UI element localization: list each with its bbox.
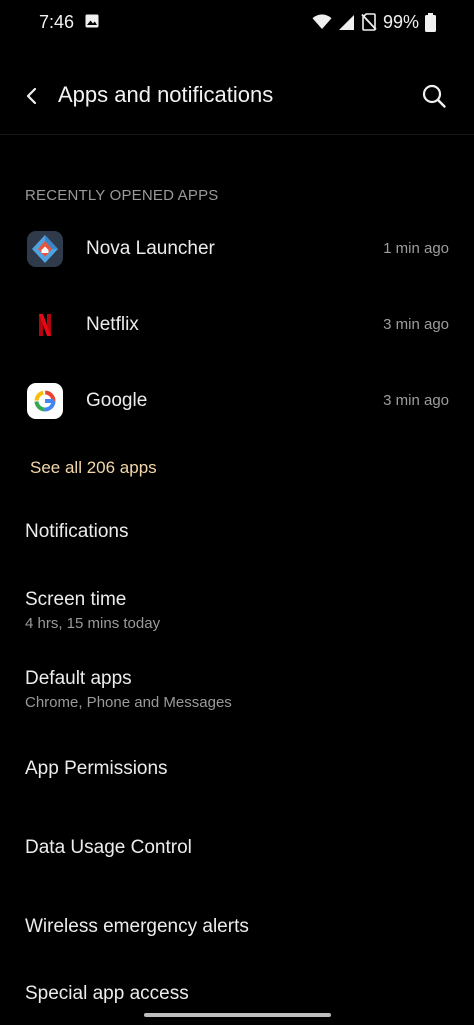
menu-item-screen-time[interactable]: Screen time 4 hrs, 15 mins today [0, 589, 474, 645]
gesture-navigation-bar[interactable] [144, 1013, 331, 1017]
app-name: Google [86, 390, 148, 411]
app-bar: Apps and notifications [0, 62, 474, 135]
cell-signal-icon [338, 14, 354, 30]
netflix-icon [39, 314, 51, 336]
menu-item-title: App Permissions [25, 758, 168, 779]
menu-item-default-apps[interactable]: Default apps Chrome, Phone and Messages [0, 668, 474, 724]
no-sim-icon [361, 13, 377, 31]
menu-item-notifications[interactable]: Notifications [0, 521, 474, 561]
menu-item-title: Screen time [25, 589, 127, 610]
recent-app-row-nova-launcher[interactable]: Nova Launcher 1 min ago [0, 216, 474, 282]
status-bar: 7:46 99% [0, 0, 474, 44]
menu-item-subtitle: Chrome, Phone and Messages [25, 694, 232, 711]
menu-item-title: Wireless emergency alerts [25, 916, 249, 937]
menu-item-title: Special app access [25, 983, 189, 1004]
menu-item-data-usage-control[interactable]: Data Usage Control [0, 837, 474, 877]
see-all-apps-link[interactable]: See all 206 apps [30, 458, 157, 478]
google-icon [27, 383, 63, 419]
app-last-opened: 3 min ago [383, 316, 449, 333]
menu-item-title: Data Usage Control [25, 837, 192, 858]
menu-item-special-app-access[interactable]: Special app access [0, 983, 474, 1013]
search-icon[interactable] [420, 82, 448, 110]
menu-item-wireless-emergency-alerts[interactable]: Wireless emergency alerts [0, 916, 474, 956]
nova-launcher-icon [27, 231, 63, 267]
app-last-opened: 3 min ago [383, 392, 449, 409]
menu-item-app-permissions[interactable]: App Permissions [0, 758, 474, 798]
battery-percent: 99% [382, 11, 419, 32]
status-time: 7:46 [39, 12, 75, 32]
wifi-icon [312, 14, 332, 29]
menu-item-subtitle: 4 hrs, 15 mins today [25, 615, 161, 632]
app-name: Netflix [86, 314, 139, 335]
recent-apps-header: RECENTLY OPENED APPS [25, 187, 219, 204]
page-title: Apps and notifications [58, 82, 274, 107]
recent-app-row-google[interactable]: Google 3 min ago [0, 368, 474, 434]
back-arrow-icon[interactable] [20, 84, 44, 108]
menu-item-title: Notifications [25, 521, 129, 542]
app-name: Nova Launcher [86, 238, 215, 259]
battery-icon [425, 12, 436, 32]
menu-item-title: Default apps [25, 668, 132, 689]
recent-app-row-netflix[interactable]: Netflix 3 min ago [0, 292, 474, 358]
app-last-opened: 1 min ago [383, 240, 449, 257]
image-notification-icon [85, 14, 99, 28]
status-icons: 99% [312, 10, 436, 34]
